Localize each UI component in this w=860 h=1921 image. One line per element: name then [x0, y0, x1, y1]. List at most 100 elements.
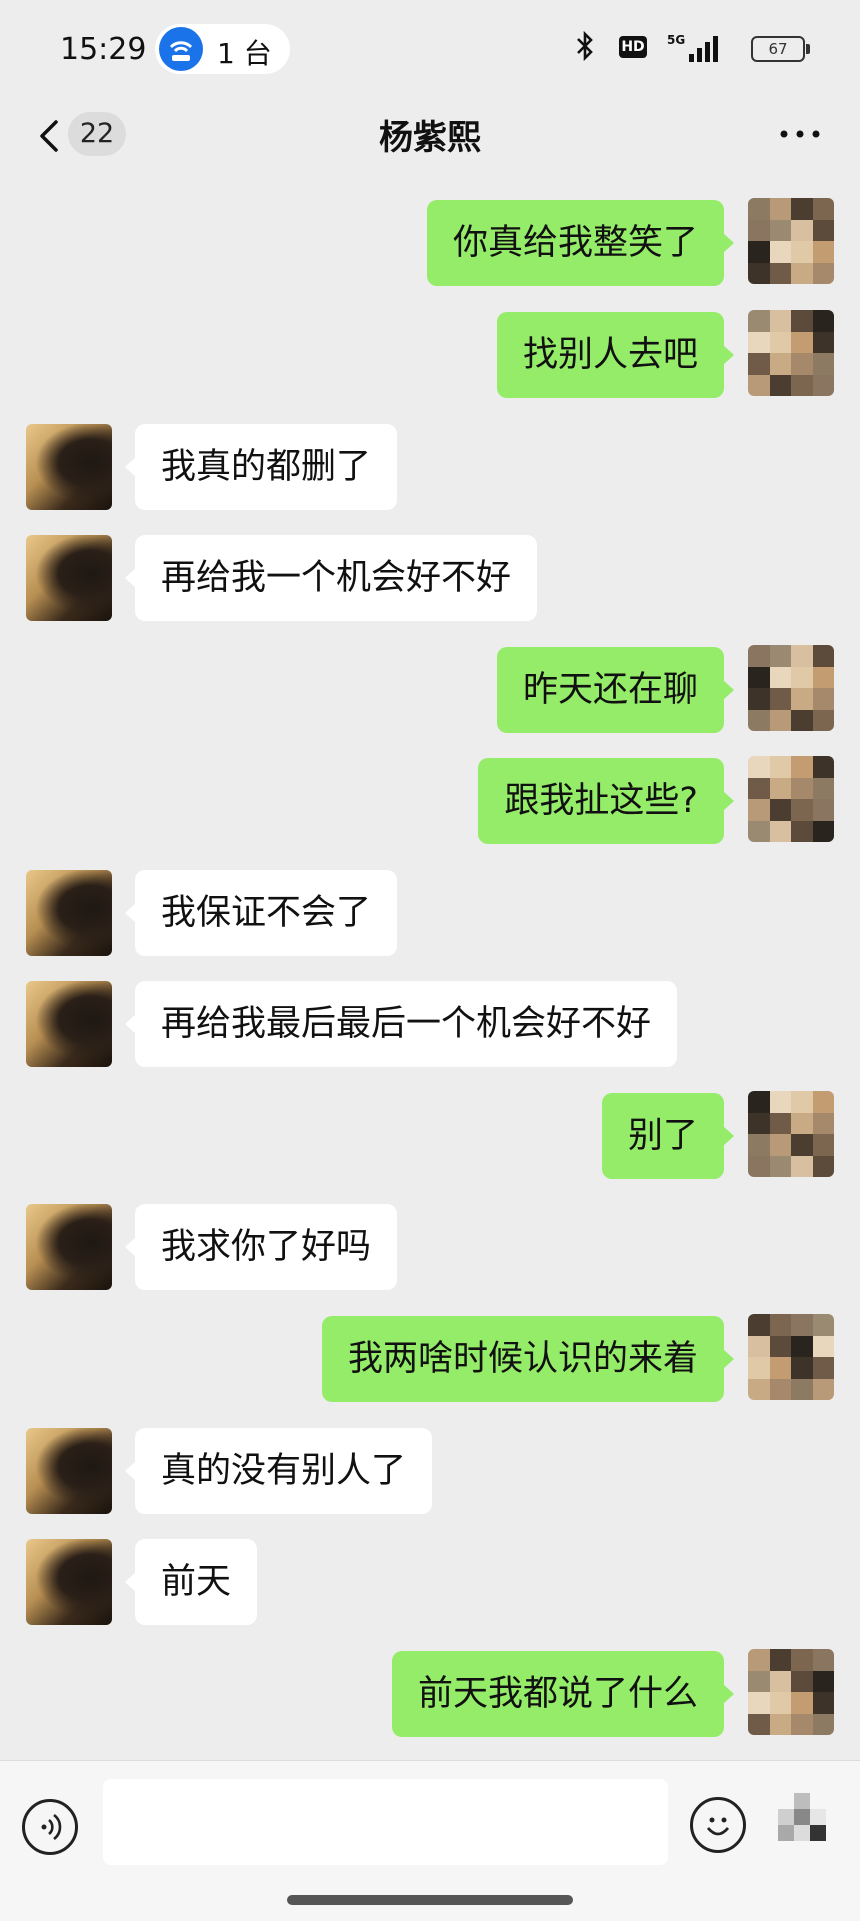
avatar-pixel: [748, 645, 770, 667]
avatar-pixel: [769, 777, 791, 799]
status-icons: HD 5G 67: [545, 30, 810, 70]
avatar-pixel: [791, 262, 813, 284]
contact-avatar[interactable]: [26, 424, 112, 510]
outgoing-message-bubble[interactable]: 我两啥时候认识的来着: [321, 1316, 735, 1402]
hotspot-indicator[interactable]: 1 台: [155, 24, 290, 74]
contact-avatar[interactable]: [26, 870, 112, 956]
incoming-message-bubble[interactable]: 前天: [124, 1539, 258, 1625]
avatar-pixel: [748, 1713, 770, 1735]
avatar-pixel: [748, 1091, 770, 1113]
contact-avatar[interactable]: [26, 1204, 112, 1290]
my-avatar[interactable]: [748, 310, 834, 396]
contact-avatar[interactable]: [26, 1428, 112, 1514]
avatar-pixel: [791, 1155, 813, 1177]
chat-header: 22 杨紫熙: [0, 100, 860, 180]
avatar-pixel: [748, 688, 770, 710]
avatar-pixel: [769, 198, 791, 220]
avatar-pixel: [791, 688, 813, 710]
chat-title: 杨紫熙: [379, 118, 481, 158]
avatar-pixel: [791, 1357, 813, 1379]
more-button[interactable]: [770, 104, 830, 164]
outgoing-message-bubble[interactable]: 别了: [601, 1093, 735, 1179]
avatar-pixel: [769, 1713, 791, 1735]
message-input[interactable]: [103, 1779, 668, 1865]
avatar-pixel: [769, 709, 791, 731]
my-avatar[interactable]: [748, 756, 834, 842]
my-avatar[interactable]: [748, 1314, 834, 1400]
avatar-pixel: [748, 820, 770, 842]
pixelated-plus-icon: [778, 1793, 826, 1841]
incoming-message-bubble[interactable]: 我真的都删了: [124, 424, 398, 510]
bluetooth-icon: [575, 30, 595, 69]
avatar-pixel: [769, 799, 791, 821]
my-avatar[interactable]: [748, 645, 834, 731]
outgoing-message-bubble[interactable]: 昨天还在聊: [496, 647, 735, 733]
message-row: 昨天还在聊: [0, 645, 860, 735]
avatar-pixel: [769, 820, 791, 842]
avatar-pixel: [769, 1670, 791, 1692]
contact-avatar[interactable]: [26, 981, 112, 1067]
avatar-pixel: [812, 1378, 834, 1400]
avatar-pixel: [769, 331, 791, 353]
outgoing-message-bubble[interactable]: 你真给我整笑了: [426, 200, 735, 286]
avatar-pixel: [791, 1091, 813, 1113]
emoji-icon: [706, 1817, 730, 1836]
avatar-pixel: [748, 1155, 770, 1177]
avatar-pixel: [769, 1091, 791, 1113]
avatar-pixel: [812, 1134, 834, 1156]
contact-avatar[interactable]: [26, 1539, 112, 1625]
more-dots-icon: [780, 130, 820, 138]
avatar-pixel: [812, 1713, 834, 1735]
avatar-pixel: [791, 1713, 813, 1735]
avatar-pixel: [812, 241, 834, 263]
avatar-pixel: [791, 1649, 813, 1671]
status-bar: 15:29 1 台 HD 5G 67: [0, 0, 860, 100]
avatar-pixel: [791, 1670, 813, 1692]
avatar-pixel: [769, 1112, 791, 1134]
avatar-pixel: [769, 1155, 791, 1177]
avatar-pixel: [812, 820, 834, 842]
avatar-pixel: [791, 241, 813, 263]
contact-avatar[interactable]: [26, 535, 112, 621]
my-avatar[interactable]: [748, 198, 834, 284]
incoming-message-bubble[interactable]: 真的没有别人了: [124, 1428, 433, 1514]
outgoing-message-bubble[interactable]: 跟我扯这些?: [478, 758, 734, 844]
avatar-pixel: [769, 1378, 791, 1400]
message-row: 找别人去吧: [0, 310, 860, 400]
avatar-pixel: [748, 1670, 770, 1692]
incoming-message-bubble[interactable]: 我保证不会了: [124, 870, 398, 956]
home-indicator[interactable]: [287, 1895, 573, 1905]
avatar-pixel: [748, 198, 770, 220]
avatar-pixel: [812, 777, 834, 799]
avatar-pixel: [748, 666, 770, 688]
avatar-pixel: [791, 1134, 813, 1156]
avatar-pixel: [791, 709, 813, 731]
avatar-pixel: [748, 219, 770, 241]
my-avatar[interactable]: [748, 1649, 834, 1735]
avatar-pixel: [791, 310, 813, 332]
incoming-message-bubble[interactable]: 再给我一个机会好不好: [124, 535, 538, 621]
voice-button[interactable]: [22, 1799, 78, 1855]
outgoing-message-bubble[interactable]: 前天我都说了什么: [391, 1651, 735, 1737]
avatar-pixel: [769, 1335, 791, 1357]
message-row: 我保证不会了: [0, 868, 860, 958]
avatar-pixel: [748, 1112, 770, 1134]
attachment-button[interactable]: [772, 1785, 842, 1865]
avatar-pixel: [748, 1649, 770, 1671]
avatar-pixel: [748, 374, 770, 396]
emoji-button[interactable]: [690, 1797, 746, 1853]
incoming-message-bubble[interactable]: 我求你了好吗: [124, 1204, 398, 1290]
avatar-pixel: [812, 219, 834, 241]
avatar-pixel: [748, 241, 770, 263]
avatar-pixel: [812, 1112, 834, 1134]
incoming-message-bubble[interactable]: 再给我最后最后一个机会好不好: [124, 981, 678, 1067]
my-avatar[interactable]: [748, 1091, 834, 1177]
outgoing-message-bubble[interactable]: 找别人去吧: [496, 312, 735, 398]
avatar-pixel: [791, 374, 813, 396]
avatar-pixel: [791, 198, 813, 220]
avatar-pixel: [769, 262, 791, 284]
avatar-pixel: [748, 1134, 770, 1156]
avatar-pixel: [812, 262, 834, 284]
avatar-pixel: [769, 666, 791, 688]
avatar-pixel: [791, 645, 813, 667]
